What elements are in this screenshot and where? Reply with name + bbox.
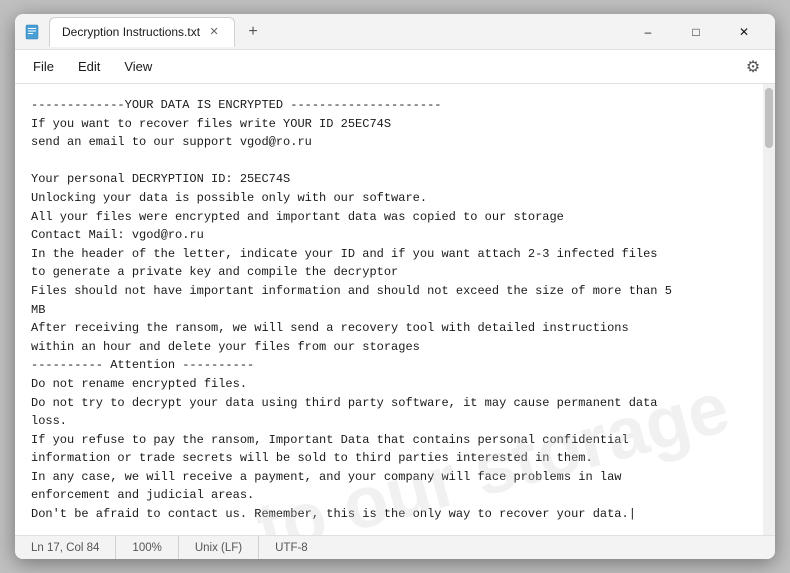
statusbar: Ln 17, Col 84 100% Unix (LF) UTF-8 — [15, 535, 775, 559]
app-icon — [23, 23, 41, 41]
scrollbar-thumb[interactable] — [765, 88, 773, 148]
maximize-button[interactable]: □ — [673, 16, 719, 48]
view-menu[interactable]: View — [114, 55, 162, 78]
text-content[interactable]: -------------YOUR DATA IS ENCRYPTED ----… — [15, 84, 763, 535]
gear-icon[interactable]: ⚙ — [739, 53, 767, 81]
line-ending: Unix (LF) — [179, 536, 259, 559]
new-tab-button[interactable]: + — [239, 18, 267, 46]
edit-menu[interactable]: Edit — [68, 55, 110, 78]
titlebar: Decryption Instructions.txt ✕ + – □ ✕ — [15, 14, 775, 50]
active-tab[interactable]: Decryption Instructions.txt ✕ — [49, 17, 235, 47]
scrollbar[interactable] — [763, 84, 775, 535]
tab-close-button[interactable]: ✕ — [206, 24, 222, 40]
close-button[interactable]: ✕ — [721, 16, 767, 48]
cursor-position: Ln 17, Col 84 — [27, 536, 116, 559]
file-menu[interactable]: File — [23, 55, 64, 78]
tab-title: Decryption Instructions.txt — [62, 25, 200, 39]
tab-bar: Decryption Instructions.txt ✕ + — [49, 17, 625, 47]
window-controls: – □ ✕ — [625, 16, 767, 48]
encoding: UTF-8 — [259, 536, 324, 559]
menubar: File Edit View ⚙ — [15, 50, 775, 84]
notepad-window: Decryption Instructions.txt ✕ + – □ ✕ Fi… — [15, 14, 775, 559]
minimize-button[interactable]: – — [625, 16, 671, 48]
zoom-level: 100% — [116, 536, 178, 559]
menu-items: File Edit View — [23, 55, 162, 78]
content-area: -------------YOUR DATA IS ENCRYPTED ----… — [15, 84, 775, 535]
